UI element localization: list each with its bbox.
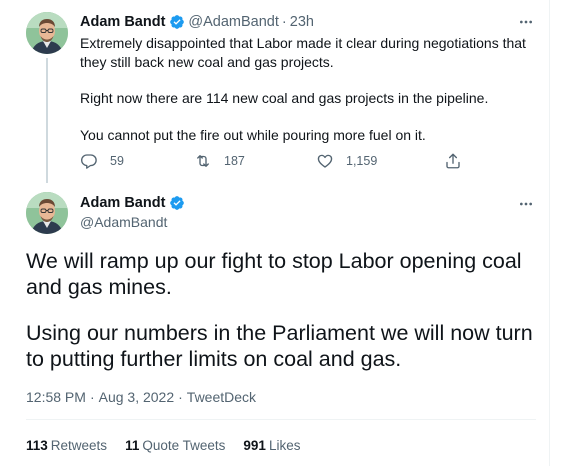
author-name[interactable]: Adam Bandt <box>80 195 165 211</box>
tweet-date[interactable]: Aug 3, 2022 <box>99 389 175 405</box>
quote-tweets-stat[interactable]: 11 Quote Tweets <box>125 438 225 453</box>
likes-count: 991 <box>243 438 266 453</box>
thread-connector-line <box>46 58 48 183</box>
retweet-button[interactable]: 187 <box>194 151 245 171</box>
tweet-paragraph: Extremely disappointed that Labor made i… <box>80 35 526 70</box>
likes-label: Likes <box>268 438 301 453</box>
avatar-image <box>26 12 68 54</box>
tweet-source[interactable]: TweetDeck <box>187 389 256 405</box>
parent-tweet[interactable]: Adam Bandt @AdamBandt · 23h Extremely di… <box>0 0 550 183</box>
tweet-action-bar: 59 187 1,159 <box>80 151 480 171</box>
tweet-time[interactable]: 12:58 PM <box>26 389 86 405</box>
heart-icon <box>317 154 333 168</box>
share-button[interactable] <box>444 151 474 171</box>
tweet-paragraph: Using our numbers in the Parliament we w… <box>26 321 533 371</box>
tweet-paragraph: Right now there are 114 new coal and gas… <box>80 90 489 106</box>
tweet-paragraph: You cannot put the fire out while pourin… <box>80 126 426 143</box>
retweets-stat[interactable]: 113 Retweets <box>26 438 107 453</box>
tweet-thread: Adam Bandt @AdamBandt · 23h Extremely di… <box>0 0 550 466</box>
separator-dot: · <box>178 389 183 405</box>
author-handle[interactable]: @AdamBandt <box>188 14 279 30</box>
quote-tweets-label: Quote Tweets <box>142 438 226 453</box>
more-options-icon[interactable] <box>516 194 536 214</box>
avatar[interactable] <box>26 12 68 54</box>
avatar-image <box>26 192 68 234</box>
main-tweet-text: We will ramp up our fight to stop Labor … <box>26 248 536 392</box>
author-name[interactable]: Adam Bandt <box>80 14 165 30</box>
more-options-icon[interactable] <box>516 12 536 32</box>
like-button[interactable]: 1,159 <box>316 151 377 171</box>
separator-dot: · <box>281 14 287 30</box>
author-handle[interactable]: @AdamBandt <box>80 214 188 230</box>
tweet-paragraph: We will ramp up our fight to stop Labor … <box>26 249 522 299</box>
engagement-stats: 113 Retweets 11 Quote Tweets 991 Likes <box>26 438 318 453</box>
retweet-icon <box>197 155 209 167</box>
divider <box>26 419 536 420</box>
parent-tweet-text: Extremely disappointed that Labor made i… <box>80 34 530 162</box>
retweets-count: 113 <box>26 438 48 453</box>
likes-stat[interactable]: 991 Likes <box>243 438 300 453</box>
share-icon <box>446 153 460 169</box>
separator-dot: · <box>89 389 95 405</box>
verified-badge-icon <box>170 15 185 29</box>
quote-tweets-count: 11 <box>125 438 140 453</box>
main-tweet-author: Adam Bandt @AdamBandt <box>80 194 188 230</box>
avatar[interactable] <box>26 192 68 234</box>
reply-button[interactable]: 59 <box>80 151 124 171</box>
retweets-label: Retweets <box>50 438 108 453</box>
parent-tweet-header: Adam Bandt @AdamBandt · 23h <box>80 12 314 32</box>
tweet-time[interactable]: 23h <box>290 14 314 30</box>
tweet-timestamp: 12:58 PM · Aug 3, 2022 · TweetDeck <box>26 389 256 405</box>
reply-count: 59 <box>110 154 124 168</box>
like-count: 1,159 <box>346 154 378 168</box>
retweet-count: 187 <box>224 154 245 168</box>
reply-icon <box>81 154 97 169</box>
verified-badge-icon <box>170 196 185 210</box>
